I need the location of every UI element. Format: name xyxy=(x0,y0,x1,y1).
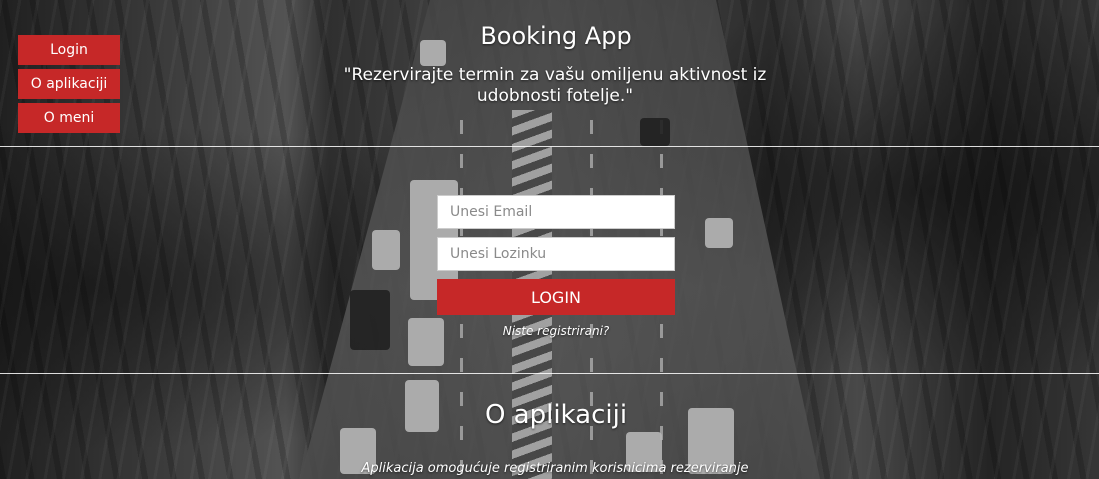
page: Login O aplikaciji O meni Booking App "R… xyxy=(0,0,1099,479)
app-tagline: "Rezervirajte termin za vašu omiljenu ak… xyxy=(343,65,767,106)
nav-about-app-button[interactable]: O aplikaciji xyxy=(18,69,120,99)
about-section-title: O aplikaciji xyxy=(484,400,628,430)
password-input[interactable] xyxy=(437,237,675,271)
nav-about-me-button[interactable]: O meni xyxy=(18,103,120,133)
divider-bottom xyxy=(0,373,1099,374)
app-title: Booking App xyxy=(480,22,632,50)
login-submit-button[interactable]: LOGIN xyxy=(437,279,675,315)
register-link[interactable]: Niste registrirani? xyxy=(437,324,675,338)
divider-top xyxy=(0,146,1099,147)
about-section-text: Aplikacija omogućuje registriranim koris… xyxy=(361,461,749,476)
email-input[interactable] xyxy=(437,195,675,229)
